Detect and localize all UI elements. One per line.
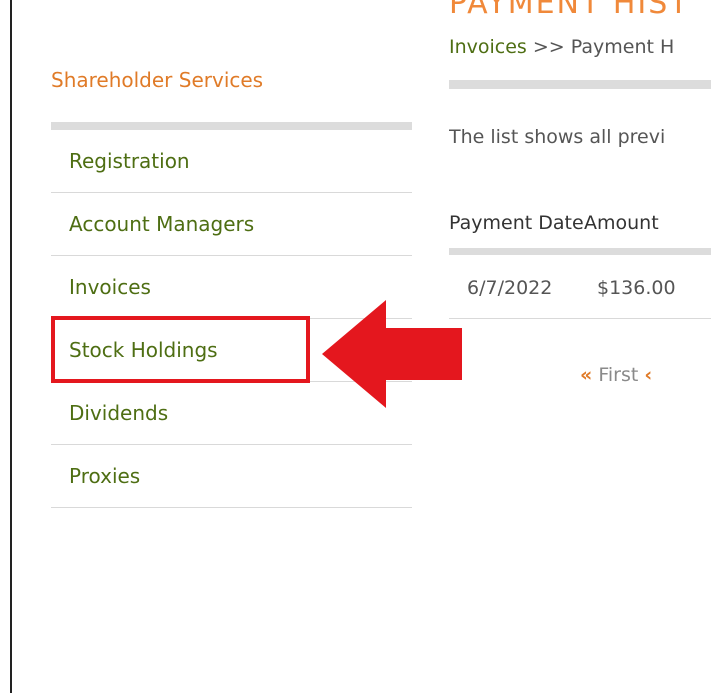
main-divider [449, 80, 711, 89]
column-header-amount[interactable]: Amount [584, 212, 659, 234]
highlight-box [51, 316, 310, 383]
sidebar-title: Shareholder Services [51, 68, 264, 92]
double-chevron-left-icon[interactable]: « [580, 364, 592, 386]
breadcrumb-separator: >> [526, 36, 571, 58]
table-header-divider [449, 248, 711, 255]
chevron-left-icon[interactable]: ‹ [644, 364, 652, 386]
description-text: The list shows all previ [449, 126, 666, 148]
breadcrumb-current: Payment H [570, 36, 675, 58]
table-row-divider [449, 318, 711, 319]
column-header-payment-date[interactable]: Payment Date [449, 212, 584, 234]
sidebar-item-account-managers[interactable]: Account Managers [51, 193, 412, 256]
breadcrumb-invoices-link[interactable]: Invoices [449, 36, 527, 58]
sidebar-item-registration[interactable]: Registration [51, 130, 412, 193]
breadcrumb: Invoices >> Payment H [449, 36, 711, 58]
left-arrow-icon [322, 300, 462, 408]
sidebar-divider [51, 122, 412, 130]
pagination: « First ‹ [580, 364, 652, 386]
table-cell-payment-date: 6/7/2022 [467, 277, 553, 299]
sidebar-item-proxies[interactable]: Proxies [51, 445, 412, 508]
pagination-first[interactable]: First [598, 364, 638, 386]
left-border [10, 0, 12, 693]
table-cell-amount: $136.00 [597, 277, 676, 299]
page-title: PAYMENT HIST [449, 0, 690, 21]
